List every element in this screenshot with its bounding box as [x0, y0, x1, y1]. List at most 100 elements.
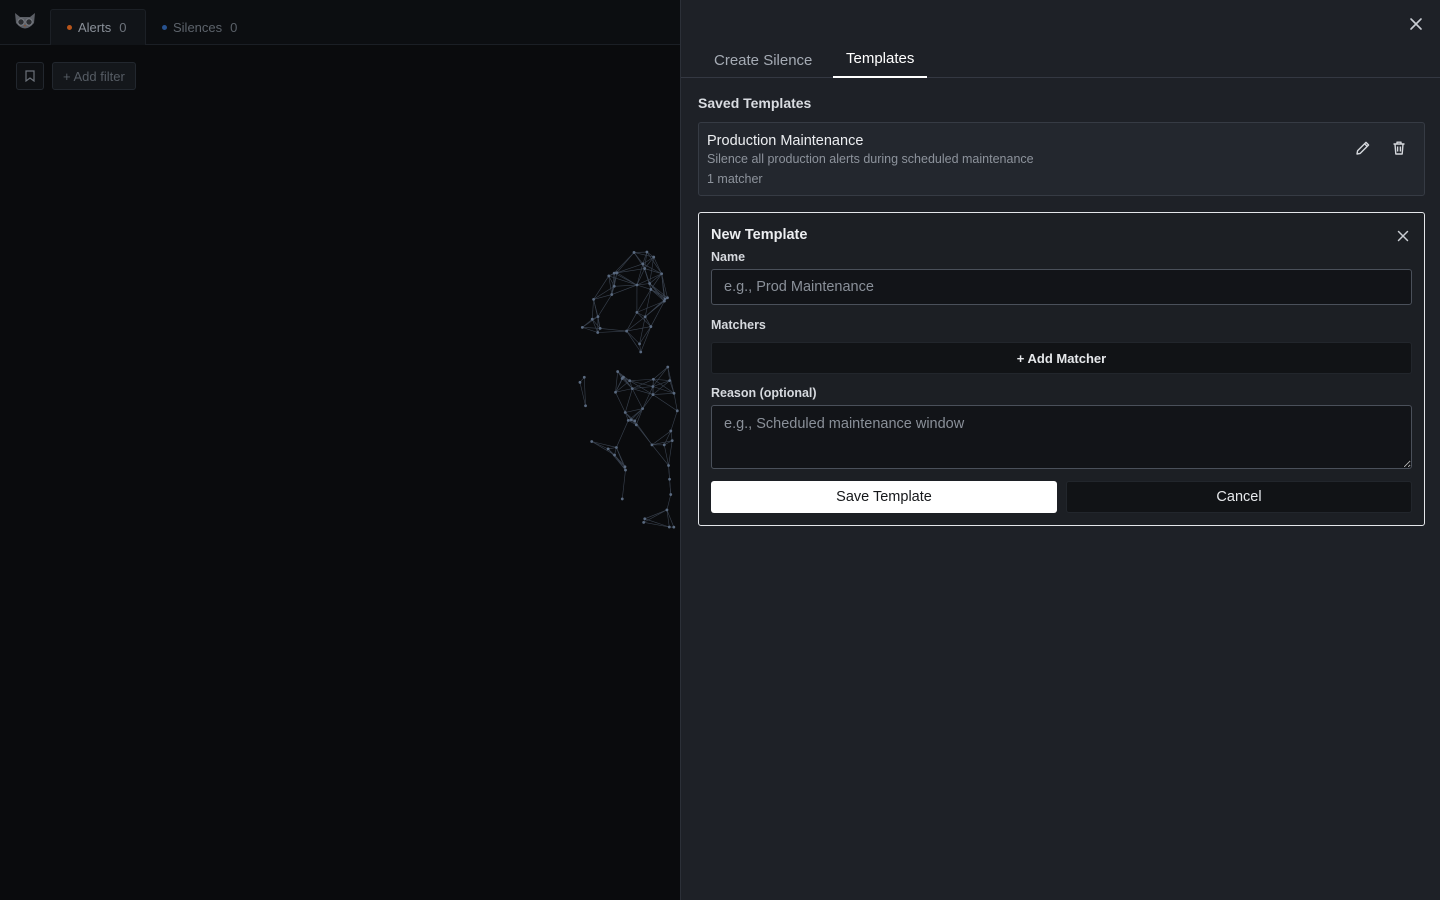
network-edge: [642, 386, 654, 409]
network-node: [628, 379, 632, 383]
network-node: [652, 255, 656, 259]
network-edge: [600, 328, 627, 332]
network-node: [642, 520, 646, 524]
network-edge: [653, 256, 662, 274]
network-node: [615, 271, 619, 275]
network-node: [669, 429, 673, 433]
network-node: [643, 315, 647, 319]
saved-template-name: Production Maintenance: [707, 133, 864, 149]
network-node: [662, 443, 666, 447]
network-graph-decoration: [578, 250, 679, 529]
network-node: [630, 387, 634, 391]
saved-template-matcher-count: 1 matcher: [707, 172, 763, 186]
network-node: [666, 365, 670, 369]
tab-silences-count: 0: [230, 19, 238, 35]
network-edge: [643, 522, 670, 528]
network-node: [668, 477, 671, 481]
network-edge: [591, 441, 617, 448]
close-form-icon[interactable]: [1396, 229, 1410, 243]
network-node: [612, 284, 616, 288]
network-edge: [643, 509, 668, 523]
network-node: [641, 407, 645, 411]
save-template-button[interactable]: Save Template: [711, 481, 1057, 513]
silence-side-panel: Create Silence Templates Saved Templates…: [680, 0, 1440, 900]
network-node: [667, 525, 671, 529]
network-edge: [629, 378, 654, 382]
network-node: [672, 391, 676, 395]
network-edge: [670, 430, 673, 441]
network-edge: [652, 394, 678, 412]
network-edge: [650, 300, 665, 327]
network-node: [660, 272, 664, 276]
network-edge: [626, 330, 641, 353]
network-edge: [644, 518, 670, 528]
network-edge: [673, 393, 678, 411]
reason-label: Reason (optional): [711, 386, 817, 400]
tab-alerts-label: Alerts: [78, 20, 112, 35]
network-edge: [626, 326, 651, 332]
network-edge: [666, 494, 672, 510]
bookmark-button[interactable]: [16, 62, 44, 90]
network-edge: [593, 286, 615, 300]
network-node: [651, 393, 655, 396]
network-node: [596, 315, 600, 319]
pencil-icon[interactable]: [1354, 139, 1372, 157]
network-node: [622, 375, 625, 379]
network-edge: [626, 330, 640, 345]
saved-templates-heading: Saved Templates: [698, 95, 812, 111]
network-edge: [668, 465, 670, 480]
network-node: [590, 440, 594, 443]
template-name-input[interactable]: [711, 269, 1412, 305]
network-node: [584, 404, 587, 408]
network-edge: [651, 444, 669, 466]
network-edge: [614, 454, 626, 467]
network-node: [632, 251, 636, 254]
network-node: [624, 468, 627, 472]
network-node: [590, 317, 594, 321]
tab-create-silence[interactable]: Create Silence: [701, 40, 825, 78]
close-icon[interactable]: [1408, 16, 1424, 32]
trash-icon[interactable]: [1390, 139, 1408, 157]
new-template-form: New Template Name Matchers + Add Matcher…: [698, 212, 1425, 526]
network-node: [623, 411, 627, 414]
network-edge: [642, 394, 654, 409]
network-edge: [632, 388, 643, 409]
tab-templates[interactable]: Templates: [833, 40, 928, 78]
network-node: [607, 274, 611, 278]
network-edge: [669, 479, 672, 495]
network-edge: [624, 388, 633, 413]
tab-silences[interactable]: Silences 0: [146, 9, 253, 45]
network-edge: [636, 424, 653, 446]
cancel-button[interactable]: Cancel: [1066, 481, 1412, 513]
background-app: Alerts 0 Silences 0 + Add filter: [0, 0, 680, 900]
network-node: [592, 298, 596, 301]
network-edge: [629, 380, 653, 387]
network-node: [598, 327, 602, 330]
tab-alerts[interactable]: Alerts 0: [50, 9, 146, 45]
network-edge: [616, 420, 629, 448]
add-matcher-button[interactable]: + Add Matcher: [711, 342, 1412, 374]
network-edge: [652, 392, 675, 395]
network-node: [626, 418, 630, 422]
network-node: [645, 250, 649, 254]
owl-logo-icon[interactable]: [12, 10, 38, 34]
network-edge: [615, 392, 626, 413]
network-node: [638, 342, 641, 346]
reason-textarea[interactable]: [711, 405, 1412, 469]
network-edge: [623, 376, 633, 389]
bookmark-icon: [25, 70, 35, 82]
network-edge: [593, 299, 599, 317]
network-node: [629, 418, 633, 422]
network-node: [615, 446, 618, 449]
network-edge: [591, 299, 594, 320]
network-node: [666, 296, 669, 300]
network-edge: [644, 509, 668, 520]
network-node: [648, 282, 652, 285]
add-filter-button[interactable]: + Add filter: [52, 62, 136, 90]
network-edge: [632, 388, 654, 395]
network-edge: [597, 330, 627, 333]
saved-template-card[interactable]: Production Maintenance Silence all produ…: [698, 122, 1425, 196]
network-edge: [668, 440, 673, 466]
network-node: [675, 409, 679, 413]
name-label: Name: [711, 250, 746, 264]
